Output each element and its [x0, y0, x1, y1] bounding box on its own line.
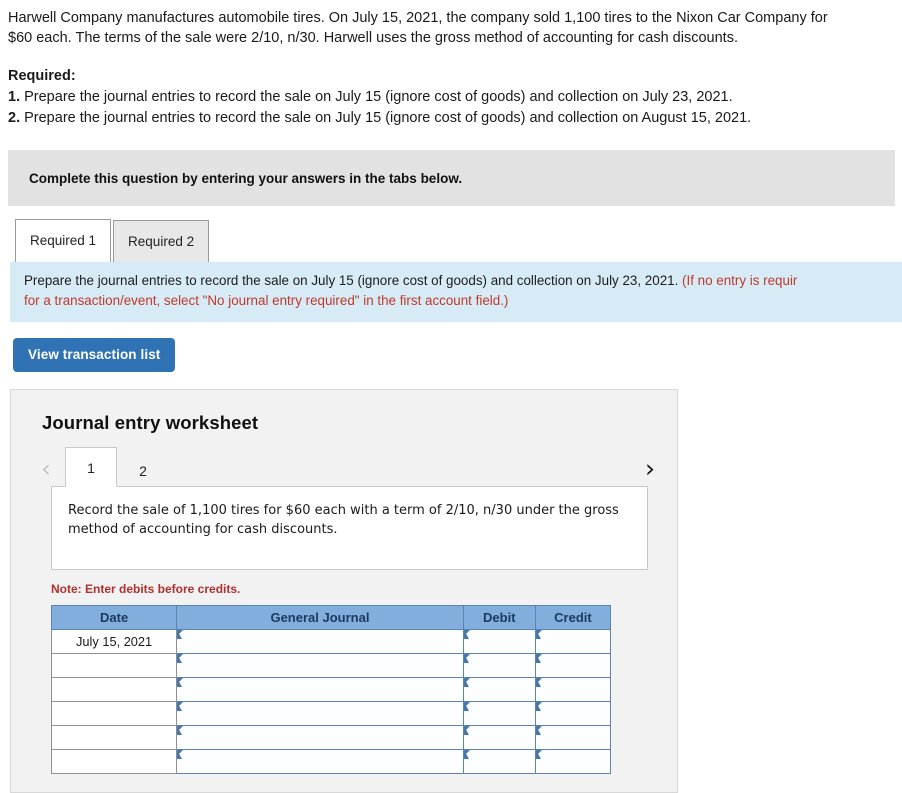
cell-credit-5[interactable] [534, 725, 612, 750]
worksheet-page-tab-2[interactable]: 2 [117, 453, 169, 487]
worksheet-page-tab-1-label: 1 [87, 460, 95, 476]
table-header-row: Date General Journal Debit Credit [50, 605, 612, 630]
table-row [50, 725, 612, 750]
cell-debit-5[interactable] [462, 725, 536, 750]
cell-general-journal-6[interactable] [176, 749, 464, 774]
cell-general-journal-5[interactable] [176, 725, 464, 750]
instruction-main-text: Prepare the journal entries to record th… [24, 273, 683, 288]
requirement-instruction-panel: Prepare the journal entries to record th… [10, 262, 902, 322]
cell-debit-4[interactable] [462, 701, 536, 726]
table-row [50, 701, 612, 726]
problem-paragraph-2: $60 each. The terms of the sale were 2/1… [8, 30, 738, 46]
column-header-general-journal: General Journal [176, 605, 464, 630]
worksheet-page-tab-1[interactable]: 1 [65, 447, 117, 487]
tab-required-2[interactable]: Required 2 [113, 220, 210, 262]
view-transaction-list-button[interactable]: View transaction list [13, 338, 176, 372]
chevron-right-icon[interactable]: › [645, 456, 655, 487]
problem-statement: Harwell Company manufactures automobile … [0, 0, 902, 128]
requirement-1-number: 1. [8, 89, 21, 105]
column-header-debit: Debit [462, 605, 536, 630]
cell-general-journal-3[interactable] [176, 677, 464, 702]
table-row: July 15, 2021 [50, 629, 612, 654]
cell-date-4[interactable] [50, 701, 178, 726]
cell-general-journal-2[interactable] [176, 653, 464, 678]
table-row [50, 677, 612, 702]
cell-debit-1[interactable] [462, 629, 536, 654]
tab-required-2-label: Required 2 [128, 234, 195, 249]
tab-required-1-label: Required 1 [30, 233, 97, 248]
complete-question-bar: Complete this question by entering your … [8, 150, 895, 206]
worksheet-toolbar: View transaction list [13, 338, 902, 372]
cell-date-3[interactable] [50, 677, 178, 702]
cell-credit-3[interactable] [534, 677, 612, 702]
cell-credit-4[interactable] [534, 701, 612, 726]
cell-credit-2[interactable] [534, 653, 612, 678]
table-row [50, 749, 612, 774]
instruction-hint-continued: for a transaction/event, select "No jour… [24, 293, 509, 308]
transaction-description-box: Record the sale of 1,100 tires for $60 e… [51, 486, 648, 570]
journal-entry-worksheet-panel: Journal entry worksheet ‹ 1 2 › Record t… [10, 389, 678, 793]
cell-debit-6[interactable] [462, 749, 536, 774]
debits-before-credits-note: Note: Enter debits before credits. [51, 582, 241, 596]
instruction-hint-start: (If no entry is requir [682, 273, 798, 288]
cell-credit-6[interactable] [534, 749, 612, 774]
worksheet-page-tabs: 1 2 [65, 447, 169, 487]
worksheet-title: Journal entry worksheet [42, 412, 259, 433]
journal-entry-table: Date General Journal Debit Credit July 1… [50, 605, 612, 774]
requirement-1-text: Prepare the journal entries to record th… [20, 89, 733, 105]
requirement-2-number: 2. [8, 110, 21, 126]
worksheet-pager: ‹ 1 2 › [11, 447, 677, 487]
column-header-date: Date [50, 605, 178, 630]
problem-paragraph-1: Harwell Company manufactures automobile … [8, 10, 828, 26]
requirement-1: 1. Prepare the journal entries to record… [8, 87, 890, 107]
cell-general-journal-4[interactable] [176, 701, 464, 726]
instruction-line-1: Prepare the journal entries to record th… [24, 271, 902, 291]
required-heading: Required: [8, 68, 76, 84]
requirement-2-text: Prepare the journal entries to record th… [20, 110, 752, 126]
cell-date-6[interactable] [50, 749, 178, 774]
tab-required-1[interactable]: Required 1 [15, 219, 112, 262]
cell-date-5[interactable] [50, 725, 178, 750]
requirement-2: 2. Prepare the journal entries to record… [8, 108, 890, 128]
cell-general-journal-1[interactable] [176, 629, 464, 654]
table-row [50, 653, 612, 678]
cell-date-2[interactable] [50, 653, 178, 678]
column-header-credit: Credit [534, 605, 612, 630]
cell-debit-2[interactable] [462, 653, 536, 678]
cell-debit-3[interactable] [462, 677, 536, 702]
requirement-tabs: Required 1 Required 2 [15, 218, 902, 262]
complete-question-text: Complete this question by entering your … [29, 170, 463, 186]
transaction-description-text: Record the sale of 1,100 tires for $60 e… [68, 503, 619, 537]
cell-credit-1[interactable] [534, 629, 612, 654]
worksheet-page-tab-2-label: 2 [139, 463, 147, 479]
chevron-left-icon[interactable]: ‹ [41, 456, 51, 487]
cell-date-1[interactable]: July 15, 2021 [50, 629, 178, 654]
